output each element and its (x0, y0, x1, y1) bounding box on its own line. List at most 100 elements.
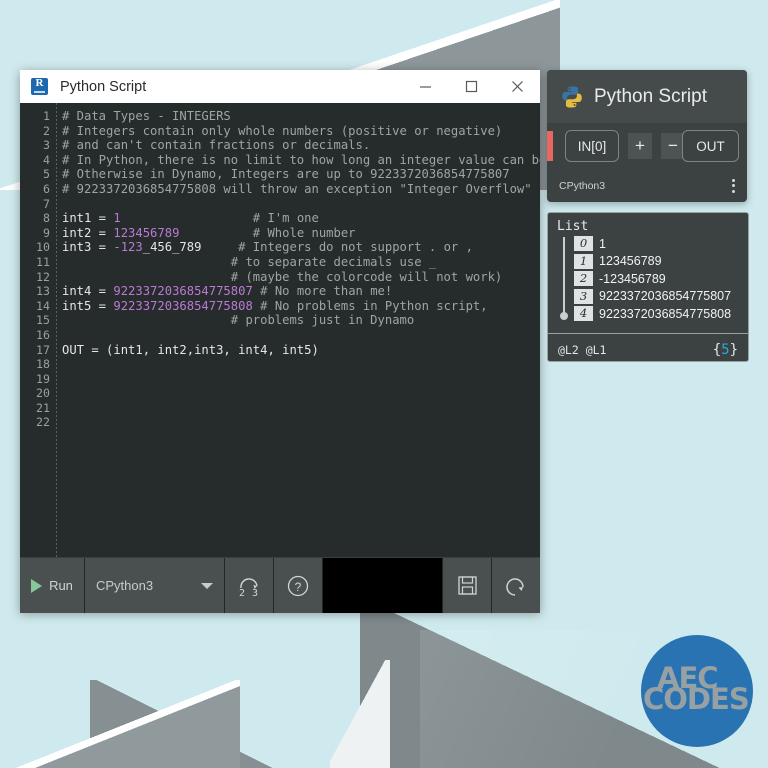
preview-list-title: List (557, 219, 589, 234)
node-header: Python Script (547, 70, 747, 123)
dynamo-python-script-node[interactable]: Python Script IN[0] + − OUT CPython3 (547, 70, 747, 202)
engine-select[interactable]: CPython3 (85, 558, 225, 613)
line-text: # (maybe the colorcode will not work) (230, 269, 503, 284)
list-item: 01 (574, 235, 748, 253)
code-line: 3 # and can't contain fractions or decima… (20, 138, 540, 153)
list-item-index: 2 (574, 271, 593, 287)
code-line: 6 # 9223372036854775808 will throw an exc… (20, 182, 540, 197)
list-item-index: 0 (574, 236, 593, 252)
list-item-index: 4 (574, 306, 593, 322)
svg-text:?: ? (295, 580, 302, 594)
list-spine (560, 237, 567, 320)
revert-button[interactable] (491, 558, 540, 613)
line-number: 17 (36, 342, 50, 357)
code-line: 19 (20, 372, 540, 387)
code-line: 20 (20, 386, 540, 401)
python-logo-icon (560, 85, 584, 109)
code-line: 5 # Otherwise in Dynamo, Integers are up … (20, 167, 540, 182)
code-line: 22 (20, 415, 540, 430)
list-item-value: 9223372036854775808 (599, 306, 732, 321)
svg-text:2: 2 (239, 588, 245, 599)
line-text: # Otherwise in Dynamo, Integers are up t… (62, 167, 510, 182)
kebab-menu-icon[interactable] (732, 178, 735, 193)
line-number: 5 (43, 167, 50, 182)
save-floppy-icon (457, 576, 477, 595)
count-close-brace: } (729, 342, 738, 358)
run-button[interactable]: Run (20, 558, 85, 613)
line-number: 3 (43, 138, 50, 153)
run-label: Run (49, 578, 73, 593)
preview-footer: @L2 @L1 {5} (548, 333, 748, 361)
list-item: 4 9223372036854775808 (574, 305, 748, 323)
line-number: 16 (36, 327, 50, 342)
code-line: 7 (20, 197, 540, 212)
line-text: # problems just in Dynamo (230, 313, 415, 328)
window-controls (402, 70, 540, 103)
line-number: 15 (36, 313, 50, 328)
preview-list: List 0 1 1 123456789 2 -123456789 3 92233720368… (548, 213, 748, 333)
line-number: 1 (43, 109, 50, 123)
minimize-button[interactable] (402, 70, 448, 103)
maximize-button[interactable] (448, 70, 494, 103)
list-item-value: 9223372036854775807 (599, 289, 732, 304)
count-open-brace: { (712, 342, 722, 358)
save-button[interactable] (442, 558, 491, 613)
add-port-button[interactable]: + (628, 133, 652, 159)
engine-value: CPython3 (96, 578, 154, 593)
code-line: 15 # problems just in Dynamo (20, 313, 540, 328)
line-text: # 9223372036854775808 will throw an exce… (62, 181, 532, 196)
line-text: # In Python, there is no limit to how lo… (62, 152, 540, 167)
list-item-value: 1 (599, 236, 606, 251)
revert-arrow-icon (506, 577, 524, 596)
line-number: 13 (36, 284, 50, 299)
output-port-out[interactable]: OUT (682, 130, 739, 162)
line-number: 18 (36, 357, 50, 372)
list-item-index: 1 (574, 253, 593, 269)
line-text: # Data Types - INTEGERS (62, 109, 231, 123)
line-number: 9 (43, 225, 50, 240)
close-button[interactable] (494, 70, 540, 103)
line-number: 4 (43, 152, 50, 167)
line-number: 8 (43, 211, 50, 226)
roof-left (0, 680, 240, 768)
line-text: int4 = 9223372036854775807 # No more tha… (62, 284, 393, 299)
list-item-index: 3 (574, 288, 593, 304)
code-line: 12 # (maybe the colorcode will not work) (20, 270, 540, 285)
line-text: int5 = 9223372036854775808 # No problems… (62, 298, 488, 313)
aec-codes-logo (641, 635, 753, 747)
line-number: 20 (36, 386, 50, 401)
line-number: 7 (43, 196, 50, 211)
code-line: 13 int4 = 9223372036854775807 # No more t… (20, 284, 540, 299)
code-line: 4 # In Python, there is no limit to how l… (20, 153, 540, 168)
node-engine-label: CPython3 (559, 179, 606, 192)
migrate-2to3-button[interactable]: 2 3 (225, 558, 274, 613)
revit-r-icon (31, 77, 48, 95)
gable-face (330, 660, 390, 768)
code-line: 18 (20, 357, 540, 372)
input-port-in0[interactable]: IN[0] (565, 130, 619, 162)
line-text: int1 = 1 # I'm one (62, 211, 319, 226)
line-number: 11 (36, 254, 50, 269)
list-count-badge: {5} (713, 342, 738, 358)
window-title: Python Script (60, 78, 147, 95)
node-preview-bubble: List 0 1 1 123456789 2 -123456789 3 92233720368… (547, 212, 749, 362)
code-editor[interactable]: 1 # Data Types - INTEGERS 2 # Integers cont… (20, 103, 540, 557)
input-port-warning-indicator (547, 131, 553, 161)
help-button[interactable]: ? (274, 558, 323, 613)
window-titlebar[interactable]: Python Script (20, 70, 540, 103)
line-text: # and can't contain fractions or decimal… (62, 138, 371, 153)
code-line: 10 int3 = -123_456_789 # Integers do not … (20, 240, 540, 255)
line-text: # to separate decimals use _ (230, 254, 437, 269)
line-number: 22 (36, 415, 50, 430)
list-item: 2 -123456789 (574, 270, 748, 288)
list-item-value: -123456789 (599, 271, 666, 286)
code-line: 9 int2 = 123456789 # Whole number (20, 226, 540, 241)
line-text: # Integers contain only whole numbers (p… (62, 123, 503, 138)
list-levels-label[interactable]: @L2 @L1 (558, 343, 606, 357)
line-number: 10 (36, 240, 50, 255)
code-line: 11 # to separate decimals use _ (20, 255, 540, 270)
line-number: 2 (43, 123, 50, 138)
line-text: int2 = 123456789 # Whole number (62, 225, 356, 240)
list-item: 3 9223372036854775807 (574, 288, 748, 306)
play-icon (31, 578, 43, 593)
